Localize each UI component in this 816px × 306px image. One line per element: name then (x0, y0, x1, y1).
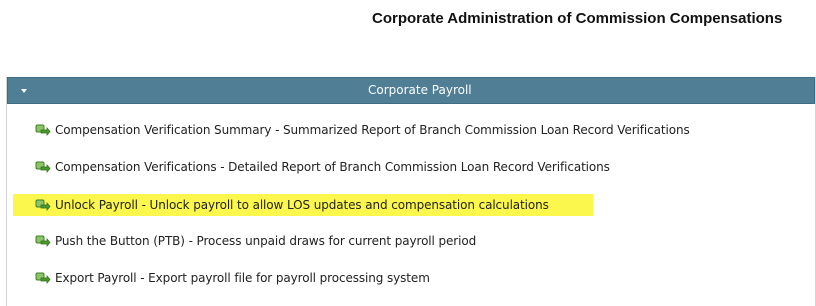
green-link-arrow-icon (35, 199, 51, 211)
menu-item-label: Export Payroll - Export payroll file for… (55, 271, 430, 285)
menu-item-compensation-verification-summary[interactable]: Compensation Verification Summary - Summ… (13, 119, 690, 141)
menu-item-export-payroll[interactable]: Export Payroll - Export payroll file for… (13, 267, 430, 289)
green-link-arrow-icon (35, 161, 51, 173)
green-link-arrow-icon (35, 272, 51, 284)
panel-title: Corporate Payroll (368, 83, 472, 97)
page: Corporate Administration of Commission C… (0, 0, 816, 306)
menu-item-unlock-payroll[interactable]: Unlock Payroll - Unlock payroll to allow… (13, 194, 593, 216)
menu-item-label: Unlock Payroll - Unlock payroll to allow… (55, 198, 549, 212)
menu-item-label: Compensation Verifications - Detailed Re… (55, 160, 610, 174)
page-title: Corporate Administration of Commission C… (372, 10, 783, 27)
menu-item-label: Push the Button (PTB) - Process unpaid d… (55, 234, 477, 248)
menu-item-label: Compensation Verification Summary - Summ… (55, 123, 690, 137)
panel-header[interactable]: Corporate Payroll (7, 77, 815, 104)
green-link-arrow-icon (35, 124, 51, 136)
menu-item-compensation-verifications[interactable]: Compensation Verifications - Detailed Re… (13, 156, 610, 178)
green-link-arrow-icon (35, 235, 51, 247)
menu-item-push-the-button[interactable]: Push the Button (PTB) - Process unpaid d… (13, 230, 476, 252)
corporate-payroll-panel: Corporate Payroll Compensation Verificat… (6, 77, 816, 306)
